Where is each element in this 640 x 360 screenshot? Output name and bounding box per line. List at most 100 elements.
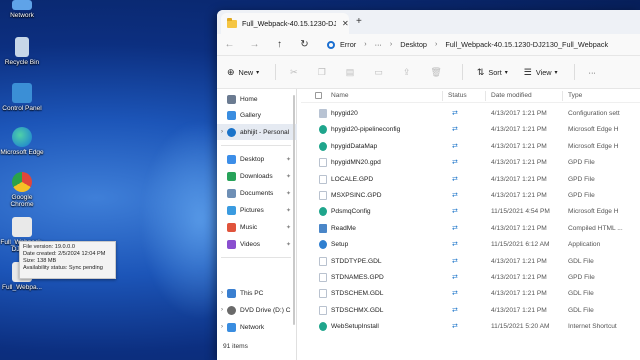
- nav-item-onedrive[interactable]: › abhijit - Personal: [217, 124, 297, 140]
- file-row[interactable]: STDSCHEM.GDL ⇄ 4/13/2017 1:21 PM GDL Fil…: [301, 285, 640, 301]
- column-divider[interactable]: [485, 91, 486, 101]
- column-header-status[interactable]: Status: [448, 92, 467, 99]
- forward-button[interactable]: →: [242, 39, 267, 50]
- new-button[interactable]: ⊕ New ▾: [227, 67, 259, 78]
- cloud-icon: [227, 127, 236, 137]
- breadcrumb-error[interactable]: Error: [340, 40, 356, 49]
- file-row[interactable]: MSXPSINC.GPD ⇄ 4/13/2017 1:21 PM GPD Fil…: [301, 187, 640, 203]
- edge-file-icon: [319, 141, 327, 151]
- paste-button[interactable]: ▤: [346, 67, 359, 78]
- nav-item-music[interactable]: Music ✦: [217, 219, 297, 235]
- file-row[interactable]: hpygidMN20.gpd ⇄ 4/13/2017 1:21 PM GPD F…: [301, 154, 640, 170]
- breadcrumb-desktop[interactable]: Desktop: [400, 40, 427, 49]
- file-row[interactable]: Setup ⇄ 11/15/2021 6:12 AM Application: [301, 236, 640, 252]
- rename-button[interactable]: ▭: [374, 67, 387, 78]
- file-row[interactable]: hpygid20-pipelineconfig ⇄ 4/13/2017 1:21…: [301, 121, 640, 137]
- sync-pending-icon: ⇄: [452, 110, 458, 117]
- desktop-icon-edge[interactable]: Microsoft Edge: [0, 127, 44, 156]
- close-tab-icon[interactable]: ✕: [342, 19, 349, 28]
- breadcrumb-more[interactable]: ···: [375, 40, 382, 49]
- chevron-right-icon[interactable]: ›: [217, 129, 227, 135]
- generic-file-icon: [319, 191, 327, 200]
- chevron-right-icon[interactable]: ›: [217, 324, 227, 330]
- nav-item-home[interactable]: Home: [217, 91, 297, 107]
- nav-item-gallery[interactable]: Gallery: [217, 107, 297, 123]
- nav-scrollbar[interactable]: [293, 95, 295, 325]
- file-row[interactable]: WebSetupInstall ⇄ 11/15/2021 5:20 AM Int…: [301, 318, 640, 334]
- installer-icon: [12, 217, 32, 237]
- desktop-icon-recycle-bin[interactable]: Recycle Bin: [0, 37, 44, 66]
- copy-button[interactable]: ❐: [318, 67, 330, 78]
- nav-divider: [221, 257, 291, 258]
- file-row[interactable]: hpygid20 ⇄ 4/13/2017 1:21 PM Configurati…: [301, 105, 640, 121]
- sync-pending-icon: ⇄: [452, 208, 458, 216]
- delete-button[interactable]: 🗑: [430, 67, 445, 78]
- pin-icon: ✦: [285, 190, 291, 197]
- copy-icon: ❐: [317, 66, 326, 77]
- nav-item-desktop[interactable]: Desktop ✦: [217, 151, 297, 167]
- nav-item-documents[interactable]: Documents ✦: [217, 185, 297, 201]
- disc-icon: [227, 305, 236, 315]
- pin-icon: ✦: [285, 156, 291, 163]
- nav-item-videos[interactable]: Videos ✦: [217, 236, 297, 252]
- column-header-row: Name Status Date modified Type: [301, 89, 640, 103]
- edge-file-icon: [319, 125, 327, 135]
- select-all-checkbox[interactable]: [315, 92, 322, 99]
- gallery-icon: [227, 110, 236, 120]
- breadcrumb-separator: ›: [389, 41, 393, 48]
- column-header-date[interactable]: Date modified: [491, 92, 532, 99]
- breadcrumb[interactable]: Error › ··· › Desktop › Full_Webpack-40.…: [327, 36, 640, 54]
- sync-pending-icon: ⇄: [452, 159, 458, 167]
- desktop-icon-network[interactable]: Network: [0, 0, 44, 19]
- nav-item-pictures[interactable]: Pictures ✦: [217, 202, 297, 218]
- file-row[interactable]: LOCALE.GPD ⇄ 4/13/2017 1:21 PM GPD File: [301, 171, 640, 187]
- recycle-bin-icon: [15, 37, 29, 57]
- chevron-down-icon: ▾: [554, 69, 558, 76]
- sync-pending-icon: ⇄: [452, 126, 458, 134]
- generic-file-icon: [319, 289, 327, 299]
- edge-icon: [12, 127, 32, 147]
- file-row[interactable]: PdsmqConfig ⇄ 11/15/2021 4:54 PM Microso…: [301, 203, 640, 219]
- column-header-name[interactable]: Name: [331, 92, 349, 99]
- command-bar: ⊕ New ▾ ✂ ❐ ▤ ▭ ⇪ 🗑 ⇅ Sort ▾ ☰ View ▾ ··…: [217, 56, 640, 89]
- sort-button[interactable]: ⇅ Sort ▾: [477, 67, 508, 78]
- desktop-icon-chrome[interactable]: Google Chrome: [0, 172, 44, 208]
- title-bar: Full_Webpack-40.15.1230-DJ21 ✕ +: [217, 10, 640, 34]
- view-button[interactable]: ☰ View ▾: [524, 67, 558, 78]
- config-file-icon: [319, 109, 327, 118]
- view-icon: ☰: [523, 66, 532, 77]
- share-button[interactable]: ⇪: [403, 67, 415, 78]
- new-tab-button[interactable]: +: [356, 16, 362, 27]
- nav-item-this-pc[interactable]: › This PC: [217, 285, 297, 301]
- toolbar-divider: [275, 64, 277, 80]
- nav-item-downloads[interactable]: Downloads ✦: [217, 168, 297, 184]
- edge-file-icon: [319, 207, 327, 217]
- refresh-button[interactable]: ↻: [292, 39, 317, 50]
- column-divider[interactable]: [562, 91, 563, 101]
- share-icon: ⇪: [402, 66, 411, 77]
- cut-button[interactable]: ✂: [290, 67, 302, 78]
- sort-icon: ⇅: [476, 66, 485, 77]
- sync-pending-icon: ⇄: [452, 142, 458, 150]
- more-options-button[interactable]: ···: [589, 68, 596, 77]
- explorer-tab[interactable]: Full_Webpack-40.15.1230-DJ21 ✕: [221, 13, 349, 34]
- back-button[interactable]: ←: [217, 39, 242, 50]
- sync-pending-icon: ⇄: [452, 306, 458, 314]
- chevron-right-icon[interactable]: ›: [217, 290, 227, 296]
- sync-pending-icon: ⇄: [452, 257, 458, 265]
- column-header-type[interactable]: Type: [568, 92, 582, 99]
- breadcrumb-folder[interactable]: Full_Webpack-40.15.1230-DJ2130_Full_Webp…: [445, 40, 608, 49]
- nav-item-dvd-drive[interactable]: › DVD Drive (D:) C: [217, 302, 297, 318]
- desktop: Network Recycle Bin Control Panel Micros…: [0, 0, 260, 360]
- file-tooltip: File version: 19.0.0.0 Date created: 2/5…: [19, 241, 116, 279]
- chevron-right-icon[interactable]: ›: [217, 307, 227, 313]
- up-button[interactable]: ↑: [267, 39, 292, 50]
- column-divider[interactable]: [442, 91, 443, 101]
- file-row[interactable]: STDSCHMX.GDL ⇄ 4/13/2017 1:21 PM GDL Fil…: [301, 302, 640, 318]
- file-row[interactable]: ReadMe ⇄ 4/13/2017 1:21 PM Compiled HTML…: [301, 220, 640, 236]
- file-row[interactable]: STDDTYPE.GDL ⇄ 4/13/2017 1:21 PM GDL Fil…: [301, 253, 640, 269]
- file-row[interactable]: STDNAMES.GPD ⇄ 4/13/2017 1:21 PM GPD Fil…: [301, 269, 640, 285]
- nav-item-network[interactable]: › Network: [217, 319, 297, 335]
- desktop-icon-control-panel[interactable]: Control Panel: [0, 83, 44, 112]
- file-row[interactable]: hpygidDataMap ⇄ 4/13/2017 1:21 PM Micros…: [301, 138, 640, 154]
